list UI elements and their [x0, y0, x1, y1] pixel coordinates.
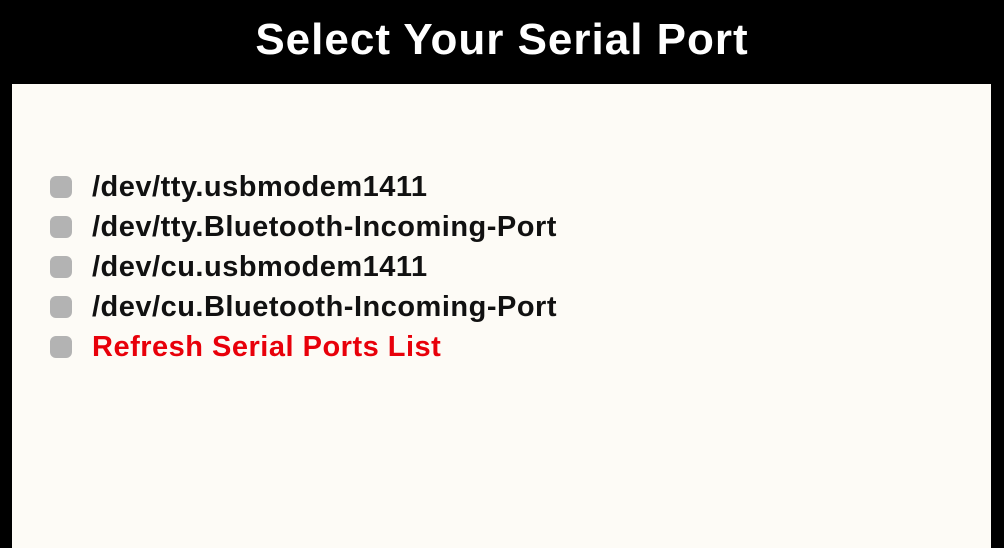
page-title: Select Your Serial Port [255, 15, 749, 64]
port-selection-panel: /dev/tty.usbmodem1411 /dev/tty.Bluetooth… [12, 84, 991, 548]
serial-port-list: /dev/tty.usbmodem1411 /dev/tty.Bluetooth… [50, 167, 557, 367]
serial-port-option[interactable]: /dev/tty.Bluetooth-Incoming-Port [50, 207, 557, 247]
radio-bullet-icon[interactable] [50, 296, 72, 318]
radio-bullet-icon[interactable] [50, 336, 72, 358]
serial-port-option[interactable]: /dev/cu.Bluetooth-Incoming-Port [50, 287, 557, 327]
serial-port-window: Select Your Serial Port /dev/tty.usbmode… [0, 0, 1004, 548]
refresh-ports-button[interactable]: Refresh Serial Ports List [50, 327, 557, 367]
serial-port-option[interactable]: /dev/tty.usbmodem1411 [50, 167, 557, 207]
radio-bullet-icon[interactable] [50, 216, 72, 238]
serial-port-label[interactable]: /dev/cu.usbmodem1411 [92, 251, 428, 284]
serial-port-label[interactable]: /dev/cu.Bluetooth-Incoming-Port [92, 291, 557, 324]
serial-port-label[interactable]: /dev/tty.usbmodem1411 [92, 171, 428, 204]
serial-port-label[interactable]: /dev/tty.Bluetooth-Incoming-Port [92, 211, 557, 244]
refresh-ports-label[interactable]: Refresh Serial Ports List [92, 331, 441, 364]
radio-bullet-icon[interactable] [50, 256, 72, 278]
title-bar: Select Your Serial Port [0, 0, 1004, 84]
serial-port-option[interactable]: /dev/cu.usbmodem1411 [50, 247, 557, 287]
radio-bullet-icon[interactable] [50, 176, 72, 198]
